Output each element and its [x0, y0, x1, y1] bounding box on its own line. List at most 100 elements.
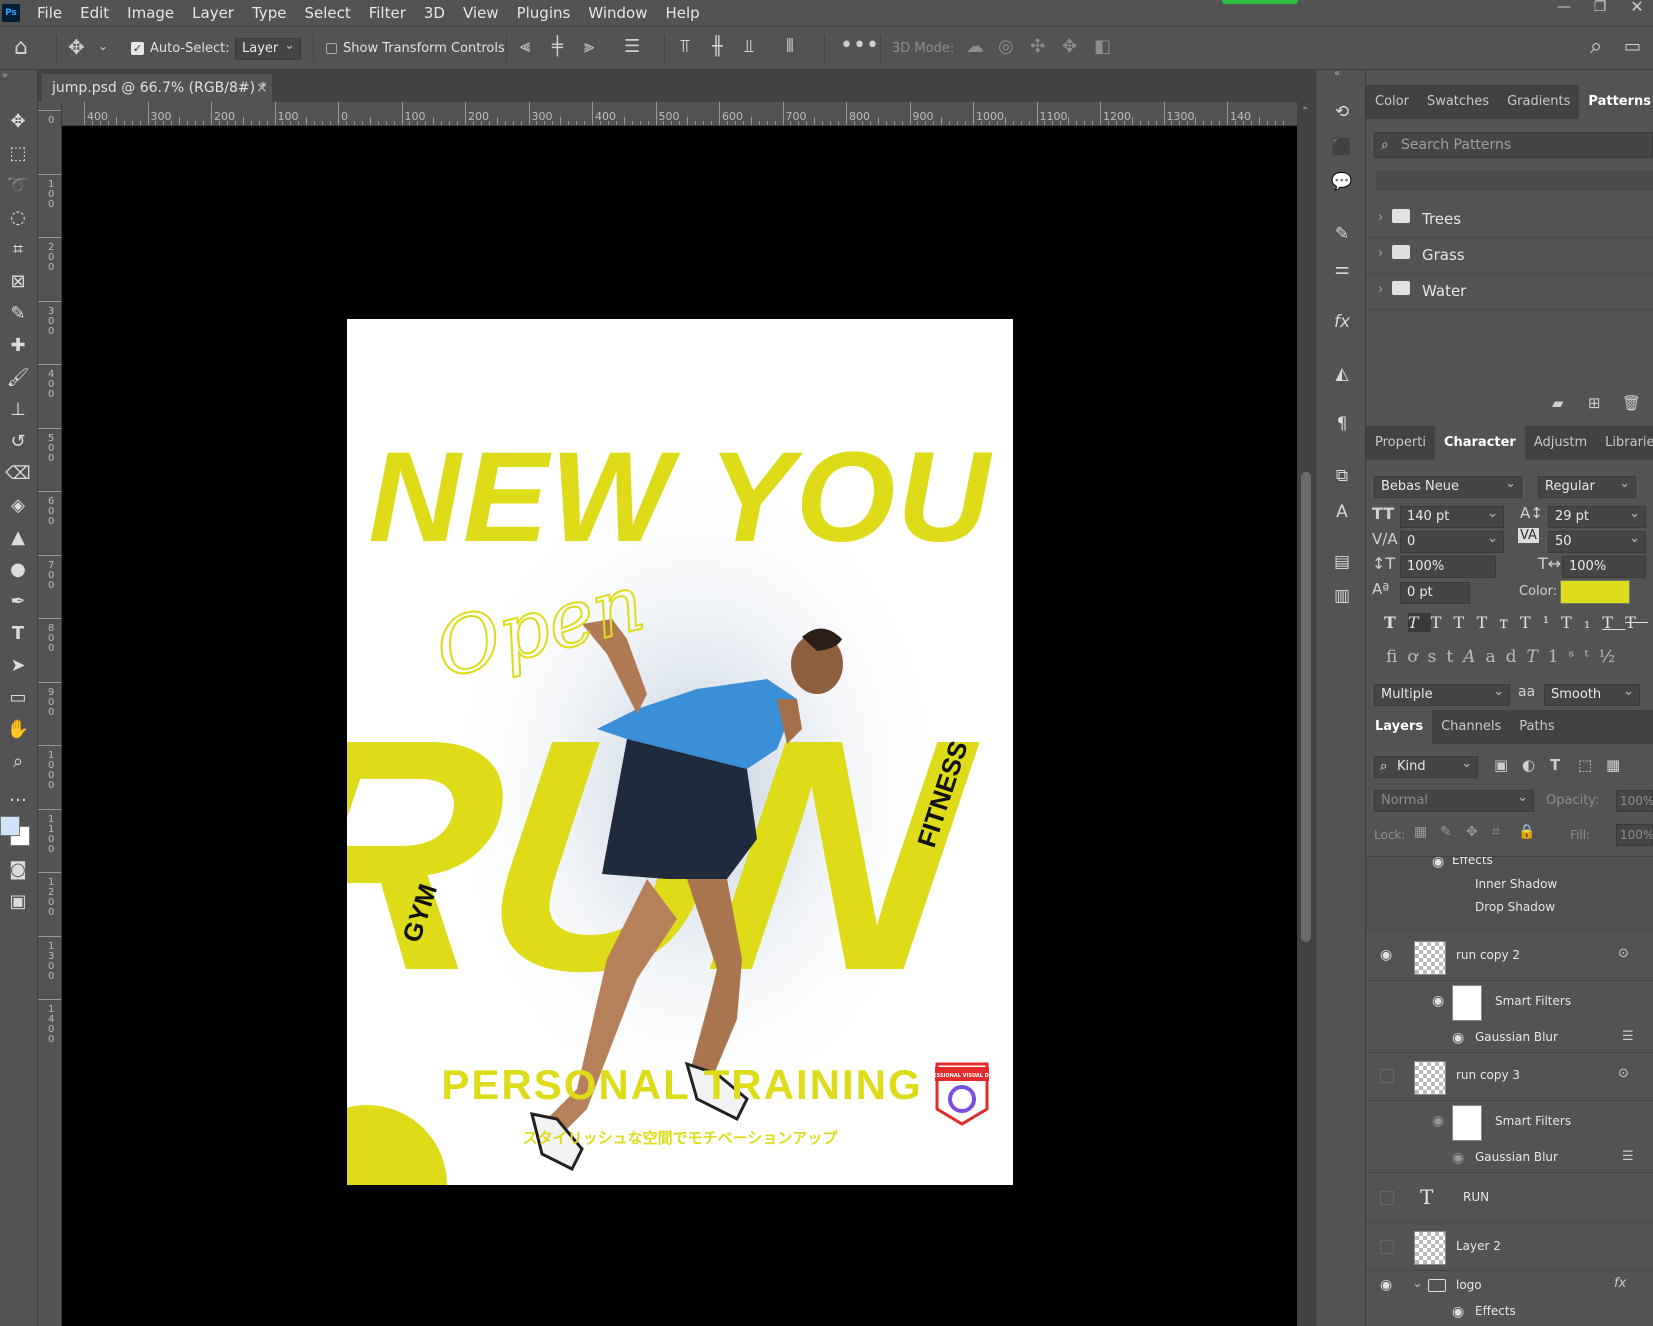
distribute-horizontal-icon[interactable]: ⦀: [786, 36, 794, 57]
adjustments-sliders-icon[interactable]: ⚌: [1327, 255, 1357, 283]
history-brush-tool-icon[interactable]: ↺: [3, 428, 33, 456]
layer-name[interactable]: run copy 2: [1456, 948, 1520, 962]
menu-help[interactable]: Help: [656, 0, 708, 26]
type-tool-icon[interactable]: T: [3, 620, 33, 648]
lock-all-icon[interactable]: 🔒: [1518, 824, 1535, 840]
layer-name[interactable]: Layer 2: [1456, 1239, 1501, 1253]
swash-button[interactable]: st: [1428, 647, 1464, 667]
contextual-button[interactable]: T: [1526, 647, 1547, 667]
layer-row-smart-filters[interactable]: ◉ Smart Filters: [1366, 981, 1653, 1025]
inner-shadow-label[interactable]: Inner Shadow: [1475, 877, 1557, 891]
new-pattern-icon[interactable]: ⊞: [1588, 394, 1601, 412]
foreground-color-swatch[interactable]: [0, 816, 20, 836]
drop-shadow-label[interactable]: Drop Shadow: [1475, 900, 1555, 914]
menu-filter[interactable]: Filter: [360, 0, 415, 26]
brush-tool-icon[interactable]: 🖌: [3, 364, 33, 392]
move-tool-icon[interactable]: ✥: [3, 108, 33, 136]
healing-brush-tool-icon[interactable]: ✚: [3, 332, 33, 360]
eye-icon[interactable]: ◉: [1432, 857, 1444, 870]
layer-row-logo-group[interactable]: ◉ ⌄ logo fx: [1366, 1271, 1653, 1301]
filter-options-icon[interactable]: ☰: [1622, 1149, 1634, 1164]
marquee-tool-icon[interactable]: ⬚: [3, 140, 33, 168]
old-style-button[interactable]: ơ: [1407, 647, 1427, 667]
blend-mode-dropdown[interactable]: Normal: [1374, 788, 1534, 812]
menu-select[interactable]: Select: [295, 0, 359, 26]
tab-gradients[interactable]: Gradients: [1498, 85, 1579, 119]
visibility-off-box[interactable]: [1380, 1240, 1394, 1254]
show-transform-checkbox[interactable]: [326, 43, 337, 54]
history-panel-icon[interactable]: ⟲: [1327, 98, 1357, 126]
opentype-buttons[interactable]: ﬁơstAadT1ˢᵗ½: [1386, 647, 1646, 671]
eye-icon[interactable]: ◉: [1380, 947, 1392, 963]
lock-transparent-icon[interactable]: ▦: [1414, 824, 1427, 840]
filter-options-icon[interactable]: ☰: [1622, 1029, 1634, 1044]
poster-artboard[interactable]: RUN NEW YOU Open: [347, 319, 1013, 1185]
tab-character[interactable]: Character: [1434, 426, 1525, 460]
tab-channels[interactable]: Channels: [1432, 710, 1510, 744]
quick-mask-icon[interactable]: ◙: [3, 856, 33, 884]
comments-panel-icon[interactable]: 💬: [1327, 168, 1357, 196]
menu-window[interactable]: Window: [579, 0, 656, 26]
vertical-scale-field[interactable]: 100%: [1400, 556, 1496, 578]
layer-filter-dropdown[interactable]: ⌕ Kind: [1374, 754, 1478, 778]
tracking-field[interactable]: 50: [1548, 529, 1646, 553]
menu-plugins[interactable]: Plugins: [508, 0, 580, 26]
edit-toolbar-icon[interactable]: …: [3, 782, 33, 810]
ordinals-button[interactable]: 1ˢᵗ: [1548, 647, 1599, 667]
blur-tool-icon[interactable]: ▲: [3, 524, 33, 552]
fx-icon[interactable]: fx: [1614, 1276, 1626, 1291]
new-group-icon[interactable]: ▰: [1552, 394, 1564, 412]
paragraph-panel-icon[interactable]: ¶: [1327, 410, 1357, 438]
layer-name[interactable]: run copy 3: [1456, 1068, 1520, 1082]
align-right-edges-icon[interactable]: ⫸: [584, 36, 594, 57]
trash-icon[interactable]: 🗑: [1622, 394, 1641, 412]
strikethrough-button[interactable]: T: [1625, 613, 1648, 632]
quick-selection-tool-icon[interactable]: ◌: [3, 204, 33, 232]
layer-row-layer-2[interactable]: Layer 2: [1366, 1223, 1653, 1271]
tab-properties[interactable]: Properti: [1366, 426, 1435, 460]
chevron-down-icon[interactable]: ⌄: [98, 39, 108, 53]
text-color-swatch[interactable]: [1560, 580, 1630, 604]
properties-panel-icon[interactable]: ▥: [1327, 582, 1357, 610]
layer-row-gaussian-blur[interactable]: ◉ Gaussian Blur ☰: [1366, 1145, 1653, 1173]
menu-edit[interactable]: Edit: [71, 0, 118, 26]
horizontal-scale-field[interactable]: 100%: [1562, 556, 1646, 578]
lock-artboard-icon[interactable]: ⌗: [1492, 824, 1500, 840]
align-bottom-edges-icon[interactable]: ⫫: [744, 36, 754, 57]
filter-adjustment-icon[interactable]: ◐: [1522, 756, 1535, 774]
tab-libraries[interactable]: Libraries: [1596, 426, 1653, 460]
font-family-dropdown[interactable]: Bebas Neue: [1374, 474, 1522, 498]
rectangle-tool-icon[interactable]: ▭: [3, 684, 33, 712]
font-size-field[interactable]: 140 pt: [1400, 504, 1504, 528]
path-selection-tool-icon[interactable]: ➤: [3, 652, 33, 680]
fill-field[interactable]: 100%: [1616, 824, 1653, 846]
language-dropdown[interactable]: Multiple: [1374, 682, 1510, 706]
menu-layer[interactable]: Layer: [183, 0, 243, 26]
pattern-group-grass[interactable]: › Grass: [1366, 238, 1653, 274]
visibility-off-box[interactable]: [1380, 1191, 1394, 1205]
tab-swatches[interactable]: Swatches: [1418, 85, 1498, 119]
eye-icon[interactable]: ◉: [1380, 1277, 1392, 1293]
vertical-scrollbar-thumb[interactable]: [1301, 472, 1311, 942]
minimize-icon[interactable]: —: [1547, 0, 1581, 16]
maximize-icon[interactable]: ❐: [1583, 0, 1617, 16]
eye-icon[interactable]: ◉: [1432, 1113, 1444, 1129]
gaussian-blur-label[interactable]: Gaussian Blur: [1475, 1030, 1558, 1044]
underline-button[interactable]: T: [1602, 613, 1625, 632]
layer-name[interactable]: RUN: [1463, 1190, 1489, 1204]
layer-row-gaussian-blur[interactable]: ◉ Gaussian Blur ☰: [1366, 1025, 1653, 1053]
layer-row-run-copy-3[interactable]: run copy 3 ⊙: [1366, 1053, 1653, 1101]
chevron-down-icon[interactable]: ⌄: [1412, 1276, 1423, 1291]
faux-bold-button[interactable]: T: [1384, 613, 1408, 632]
menu-view[interactable]: View: [454, 0, 508, 26]
menu-image[interactable]: Image: [118, 0, 183, 26]
screen-mode-icon[interactable]: ▣: [3, 888, 33, 916]
eye-icon[interactable]: ◉: [1452, 1150, 1464, 1166]
pattern-group-trees[interactable]: › Trees: [1366, 202, 1653, 238]
small-caps-button[interactable]: Tт: [1477, 613, 1521, 632]
canvas-area[interactable]: RUN NEW YOU Open: [62, 126, 1297, 1326]
gaussian-blur-label[interactable]: Gaussian Blur: [1475, 1150, 1558, 1164]
lasso-tool-icon[interactable]: ➰: [3, 172, 33, 200]
faux-italic-button[interactable]: T: [1407, 613, 1431, 632]
layer-row-smart-filters[interactable]: ◉ Smart Filters: [1366, 1101, 1653, 1145]
